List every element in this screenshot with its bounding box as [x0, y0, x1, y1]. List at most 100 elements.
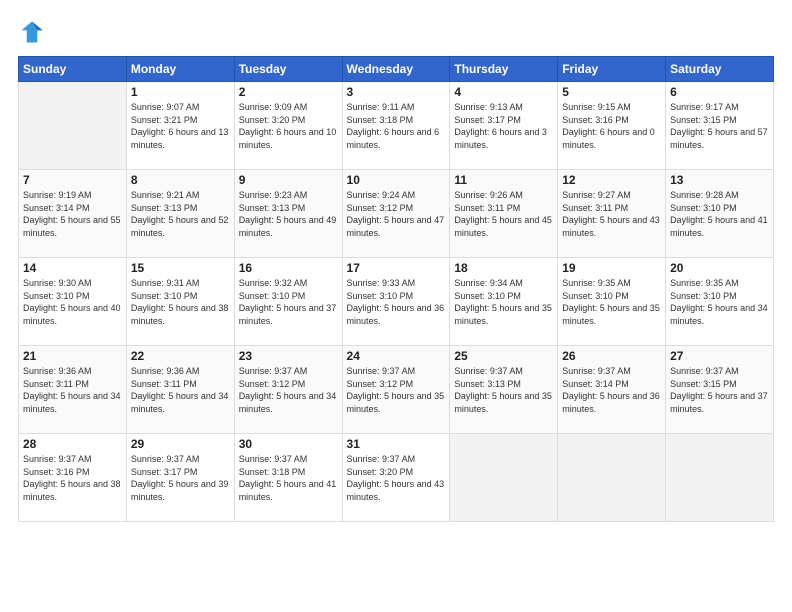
- logo: [18, 18, 50, 46]
- day-info: Sunrise: 9:37 AM Sunset: 3:18 PM Dayligh…: [239, 453, 338, 503]
- day-info: Sunrise: 9:35 AM Sunset: 3:10 PM Dayligh…: [670, 277, 769, 327]
- day-number: 18: [454, 261, 553, 275]
- week-row-1: 7 Sunrise: 9:19 AM Sunset: 3:14 PM Daylig…: [19, 170, 774, 258]
- day-cell: 14 Sunrise: 9:30 AM Sunset: 3:10 PM Dayli…: [19, 258, 127, 346]
- weekday-header-friday: Friday: [558, 57, 666, 82]
- day-number: 12: [562, 173, 661, 187]
- day-info: Sunrise: 9:17 AM Sunset: 3:15 PM Dayligh…: [670, 101, 769, 151]
- weekday-header-monday: Monday: [126, 57, 234, 82]
- day-number: 25: [454, 349, 553, 363]
- day-info: Sunrise: 9:37 AM Sunset: 3:12 PM Dayligh…: [239, 365, 338, 415]
- weekday-header-thursday: Thursday: [450, 57, 558, 82]
- day-number: 15: [131, 261, 230, 275]
- day-info: Sunrise: 9:28 AM Sunset: 3:10 PM Dayligh…: [670, 189, 769, 239]
- day-info: Sunrise: 9:37 AM Sunset: 3:13 PM Dayligh…: [454, 365, 553, 415]
- day-cell: 19 Sunrise: 9:35 AM Sunset: 3:10 PM Dayli…: [558, 258, 666, 346]
- week-row-0: 1Sunrise: 9:07 AM Sunset: 3:21 PM Daylig…: [19, 82, 774, 170]
- day-cell: 31 Sunrise: 9:37 AM Sunset: 3:20 PM Dayli…: [342, 434, 450, 522]
- day-info: Sunrise: 9:34 AM Sunset: 3:10 PM Dayligh…: [454, 277, 553, 327]
- day-cell: 1Sunrise: 9:07 AM Sunset: 3:21 PM Daylig…: [126, 82, 234, 170]
- week-row-3: 21 Sunrise: 9:36 AM Sunset: 3:11 PM Dayli…: [19, 346, 774, 434]
- day-cell: 22 Sunrise: 9:36 AM Sunset: 3:11 PM Dayli…: [126, 346, 234, 434]
- day-info: Sunrise: 9:32 AM Sunset: 3:10 PM Dayligh…: [239, 277, 338, 327]
- day-number: 4: [454, 85, 553, 99]
- day-info: Sunrise: 9:30 AM Sunset: 3:10 PM Dayligh…: [23, 277, 122, 327]
- header: [18, 18, 774, 46]
- day-cell: 29 Sunrise: 9:37 AM Sunset: 3:17 PM Dayli…: [126, 434, 234, 522]
- week-row-4: 28 Sunrise: 9:37 AM Sunset: 3:16 PM Dayli…: [19, 434, 774, 522]
- day-number: 27: [670, 349, 769, 363]
- day-cell: 12 Sunrise: 9:27 AM Sunset: 3:11 PM Dayli…: [558, 170, 666, 258]
- day-cell: 23Sunrise: 9:37 AM Sunset: 3:12 PM Dayli…: [234, 346, 342, 434]
- day-cell: 20 Sunrise: 9:35 AM Sunset: 3:10 PM Dayli…: [666, 258, 774, 346]
- day-info: Sunrise: 9:19 AM Sunset: 3:14 PM Dayligh…: [23, 189, 122, 239]
- day-number: 14: [23, 261, 122, 275]
- day-number: 20: [670, 261, 769, 275]
- day-info: Sunrise: 9:09 AM Sunset: 3:20 PM Dayligh…: [239, 101, 338, 151]
- day-cell: 24Sunrise: 9:37 AM Sunset: 3:12 PM Dayli…: [342, 346, 450, 434]
- day-info: Sunrise: 9:36 AM Sunset: 3:11 PM Dayligh…: [131, 365, 230, 415]
- day-cell: 6 Sunrise: 9:17 AM Sunset: 3:15 PM Daylig…: [666, 82, 774, 170]
- day-cell: 28 Sunrise: 9:37 AM Sunset: 3:16 PM Dayli…: [19, 434, 127, 522]
- day-info: Sunrise: 9:21 AM Sunset: 3:13 PM Dayligh…: [131, 189, 230, 239]
- page: SundayMondayTuesdayWednesdayThursdayFrid…: [0, 0, 792, 612]
- day-info: Sunrise: 9:24 AM Sunset: 3:12 PM Dayligh…: [347, 189, 446, 239]
- day-cell: 26 Sunrise: 9:37 AM Sunset: 3:14 PM Dayli…: [558, 346, 666, 434]
- day-number: 22: [131, 349, 230, 363]
- day-info: Sunrise: 9:37 AM Sunset: 3:16 PM Dayligh…: [23, 453, 122, 503]
- day-info: Sunrise: 9:11 AM Sunset: 3:18 PM Dayligh…: [347, 101, 446, 151]
- weekday-header-sunday: Sunday: [19, 57, 127, 82]
- day-number: 10: [347, 173, 446, 187]
- day-cell: [666, 434, 774, 522]
- day-info: Sunrise: 9:37 AM Sunset: 3:14 PM Dayligh…: [562, 365, 661, 415]
- day-number: 2: [239, 85, 338, 99]
- day-info: Sunrise: 9:13 AM Sunset: 3:17 PM Dayligh…: [454, 101, 553, 151]
- weekday-header-tuesday: Tuesday: [234, 57, 342, 82]
- day-cell: 17 Sunrise: 9:33 AM Sunset: 3:10 PM Dayli…: [342, 258, 450, 346]
- day-cell: 5Sunrise: 9:15 AM Sunset: 3:16 PM Daylig…: [558, 82, 666, 170]
- day-cell: [558, 434, 666, 522]
- day-number: 30: [239, 437, 338, 451]
- day-number: 21: [23, 349, 122, 363]
- day-cell: [450, 434, 558, 522]
- day-number: 26: [562, 349, 661, 363]
- logo-icon: [18, 18, 46, 46]
- day-info: Sunrise: 9:37 AM Sunset: 3:15 PM Dayligh…: [670, 365, 769, 415]
- day-info: Sunrise: 9:27 AM Sunset: 3:11 PM Dayligh…: [562, 189, 661, 239]
- day-number: 13: [670, 173, 769, 187]
- day-number: 19: [562, 261, 661, 275]
- day-cell: 10 Sunrise: 9:24 AM Sunset: 3:12 PM Dayli…: [342, 170, 450, 258]
- day-info: Sunrise: 9:31 AM Sunset: 3:10 PM Dayligh…: [131, 277, 230, 327]
- day-cell: 16 Sunrise: 9:32 AM Sunset: 3:10 PM Dayli…: [234, 258, 342, 346]
- day-number: 29: [131, 437, 230, 451]
- day-number: 7: [23, 173, 122, 187]
- day-info: Sunrise: 9:37 AM Sunset: 3:12 PM Dayligh…: [347, 365, 446, 415]
- weekday-header-row: SundayMondayTuesdayWednesdayThursdayFrid…: [19, 57, 774, 82]
- day-cell: 2 Sunrise: 9:09 AM Sunset: 3:20 PM Daylig…: [234, 82, 342, 170]
- calendar-table: SundayMondayTuesdayWednesdayThursdayFrid…: [18, 56, 774, 522]
- day-info: Sunrise: 9:07 AM Sunset: 3:21 PM Dayligh…: [131, 101, 230, 151]
- day-cell: 18 Sunrise: 9:34 AM Sunset: 3:10 PM Dayli…: [450, 258, 558, 346]
- day-number: 5: [562, 85, 661, 99]
- day-number: 9: [239, 173, 338, 187]
- day-info: Sunrise: 9:26 AM Sunset: 3:11 PM Dayligh…: [454, 189, 553, 239]
- weekday-header-saturday: Saturday: [666, 57, 774, 82]
- day-number: 16: [239, 261, 338, 275]
- day-number: 17: [347, 261, 446, 275]
- day-cell: 3 Sunrise: 9:11 AM Sunset: 3:18 PM Daylig…: [342, 82, 450, 170]
- day-info: Sunrise: 9:37 AM Sunset: 3:17 PM Dayligh…: [131, 453, 230, 503]
- day-info: Sunrise: 9:37 AM Sunset: 3:20 PM Dayligh…: [347, 453, 446, 503]
- day-info: Sunrise: 9:35 AM Sunset: 3:10 PM Dayligh…: [562, 277, 661, 327]
- day-info: Sunrise: 9:33 AM Sunset: 3:10 PM Dayligh…: [347, 277, 446, 327]
- day-cell: 11Sunrise: 9:26 AM Sunset: 3:11 PM Dayli…: [450, 170, 558, 258]
- day-cell: 15 Sunrise: 9:31 AM Sunset: 3:10 PM Dayli…: [126, 258, 234, 346]
- day-cell: 21Sunrise: 9:36 AM Sunset: 3:11 PM Dayli…: [19, 346, 127, 434]
- day-number: 3: [347, 85, 446, 99]
- day-number: 31: [347, 437, 446, 451]
- day-cell: 25 Sunrise: 9:37 AM Sunset: 3:13 PM Dayli…: [450, 346, 558, 434]
- day-number: 28: [23, 437, 122, 451]
- weekday-header-wednesday: Wednesday: [342, 57, 450, 82]
- day-cell: [19, 82, 127, 170]
- day-cell: 9Sunrise: 9:23 AM Sunset: 3:13 PM Daylig…: [234, 170, 342, 258]
- day-number: 6: [670, 85, 769, 99]
